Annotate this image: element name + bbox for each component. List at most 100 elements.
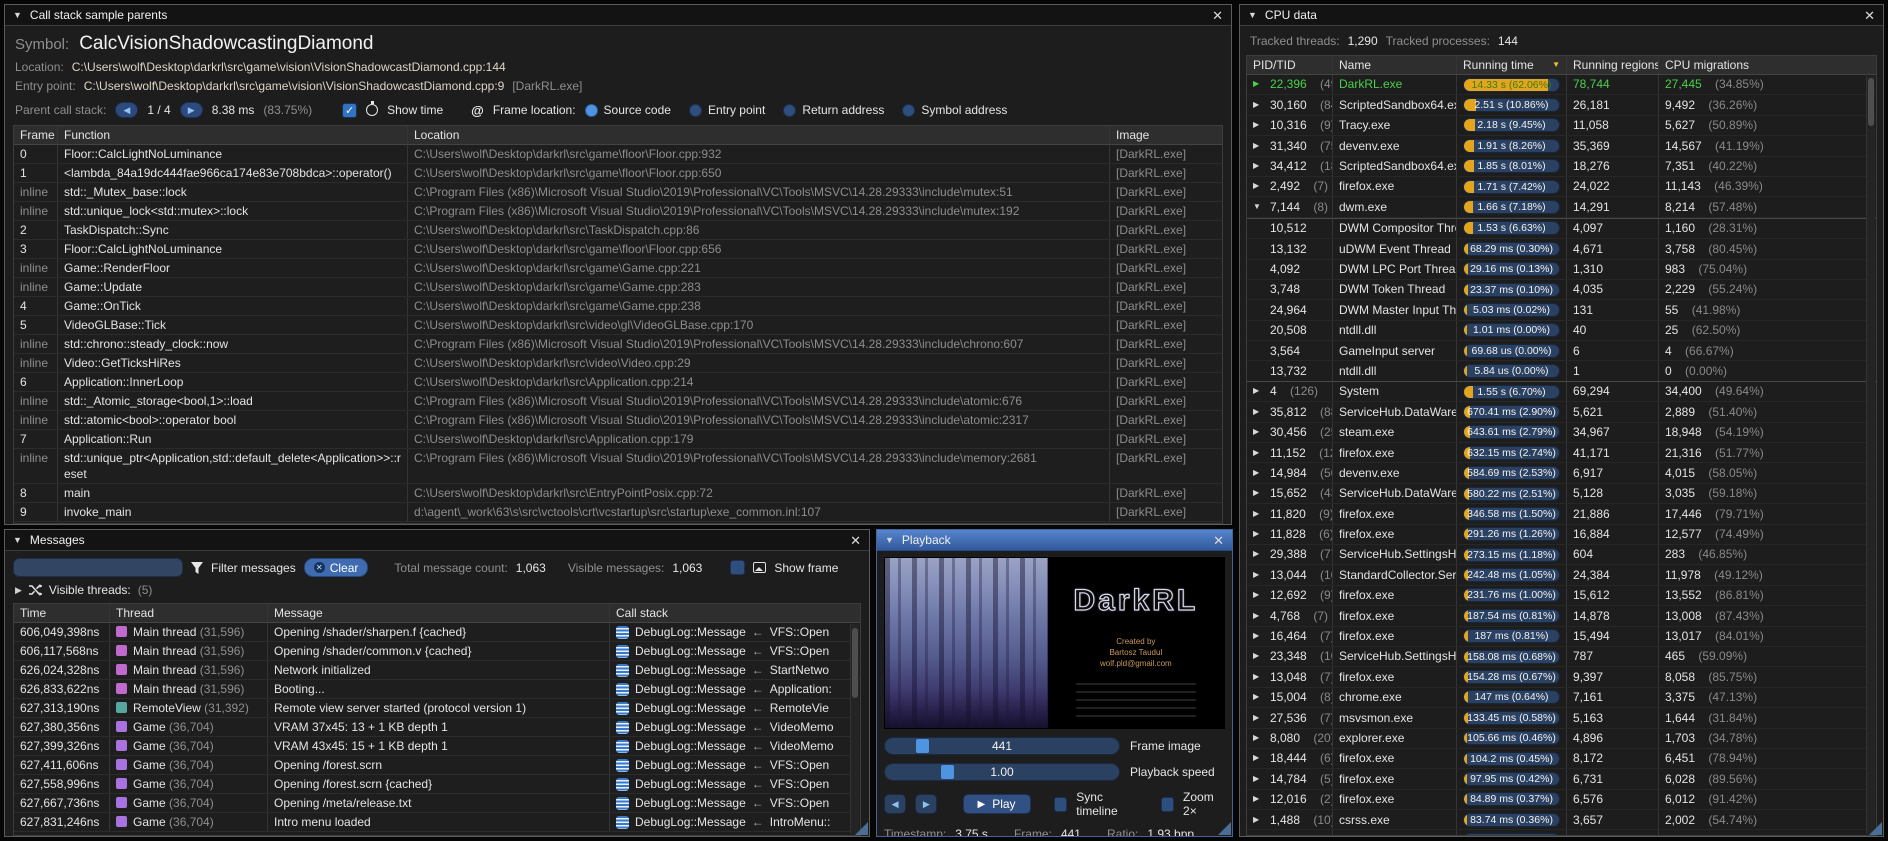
- radio-icon[interactable]: [689, 104, 702, 117]
- expand-icon[interactable]: ▶: [1253, 525, 1265, 543]
- messages-titlebar[interactable]: ▼ Messages ✕: [5, 530, 869, 551]
- message-row[interactable]: 627,667,736ns Game (36,704) Opening /met…: [14, 794, 860, 813]
- expand-icon[interactable]: ▶: [1253, 688, 1265, 706]
- visible-threads-row[interactable]: ▶ Visible threads: (5): [5, 577, 869, 597]
- process-row[interactable]: ▶14,984 (50) devenv.exe 584.69 ms (2.53%…: [1247, 463, 1876, 483]
- filter-input[interactable]: [13, 558, 183, 577]
- callstack-cell[interactable]: DebugLog::Message ← VFS::Open: [610, 756, 860, 774]
- callstack-row[interactable]: inline std::_Mutex_base::lock C:\Program…: [14, 183, 1222, 202]
- callstack-cell[interactable]: DebugLog::Message ← IntroMenu::: [610, 813, 860, 831]
- playback-speed-slider[interactable]: 1.00: [884, 763, 1120, 781]
- pid-cell[interactable]: ▶4 (126): [1247, 382, 1333, 401]
- col-thread[interactable]: Thread: [110, 604, 268, 622]
- frame-location-radio[interactable]: Return address: [783, 103, 884, 117]
- pid-cell[interactable]: ▶12,016 (2): [1247, 790, 1333, 809]
- pid-cell[interactable]: ▶22,396 (49): [1247, 75, 1333, 94]
- next-stack-button[interactable]: ▶: [180, 102, 203, 118]
- expand-icon[interactable]: ▶: [1253, 444, 1265, 462]
- pid-cell[interactable]: ▶8,080 (20): [1247, 729, 1333, 748]
- callstack-list-icon[interactable]: [616, 797, 629, 810]
- function-cell[interactable]: std::_Atomic_storage<bool,1>::load: [58, 392, 408, 410]
- frame-image-slider[interactable]: 441: [884, 737, 1120, 755]
- col-frame[interactable]: Frame: [14, 126, 58, 144]
- callstack-cell[interactable]: DebugLog::Message ← VFS::Open: [610, 775, 860, 793]
- resize-grip[interactable]: [1218, 822, 1231, 835]
- expand-icon[interactable]: ▶: [1253, 157, 1265, 175]
- expand-icon[interactable]: ▶: [1253, 647, 1265, 665]
- process-row[interactable]: 10,512 DWM Compositor Thread 1.53 s (6.6…: [1247, 218, 1876, 239]
- callstack-row[interactable]: inline Game::Update C:\Users\wolf\Deskto…: [14, 278, 1222, 297]
- callstack-list-icon[interactable]: [616, 816, 629, 829]
- pid-cell[interactable]: ▶2,492 (7): [1247, 177, 1333, 196]
- expand-icon[interactable]: ▶: [1253, 586, 1265, 604]
- callstack-row[interactable]: inline std::chrono::steady_clock::now C:…: [14, 335, 1222, 354]
- process-row[interactable]: ▶31,340 (75) devenv.exe 1.91 s (8.26%) 3…: [1247, 136, 1876, 156]
- process-row[interactable]: 13,132 uDWM Event Thread 68.29 ms (0.30%…: [1247, 239, 1876, 259]
- process-row[interactable]: 24,964 DWM Master Input Threa 5.03 ms (0…: [1247, 300, 1876, 320]
- process-row[interactable]: ▶4,768 (7) firefox.exe 187.54 ms (0.81%)…: [1247, 606, 1876, 626]
- callstack-list-icon[interactable]: [616, 778, 629, 791]
- process-row[interactable]: 3,564 GameInput server 69.68 us (0.00%) …: [1247, 341, 1876, 361]
- message-row[interactable]: 627,380,356ns Game (36,704) VRAM 37x45: …: [14, 718, 860, 737]
- expand-icon[interactable]: ▶: [1253, 116, 1265, 134]
- pid-cell[interactable]: ▶11,828 (6): [1247, 525, 1333, 544]
- pid-cell[interactable]: 4,092: [1247, 260, 1333, 279]
- callstack-row[interactable]: 2 TaskDispatch::Sync C:\Users\wolf\Deskt…: [14, 221, 1222, 240]
- message-row[interactable]: 627,411,606ns Game (36,704) Opening /for…: [14, 756, 860, 775]
- col-callstack[interactable]: Call stack: [610, 604, 860, 622]
- message-row[interactable]: 627,399,326ns Game (36,704) VRAM 43x45: …: [14, 737, 860, 756]
- expand-icon[interactable]: ▶: [1253, 484, 1265, 502]
- expand-icon[interactable]: ▶: [1253, 464, 1265, 482]
- expand-icon[interactable]: ▶: [1253, 811, 1265, 829]
- process-row[interactable]: ▶13,044 (10) StandardCollector.Servic 24…: [1247, 565, 1876, 585]
- pid-cell[interactable]: 3,748: [1247, 280, 1333, 299]
- pid-cell[interactable]: ▶23,348 (106): [1247, 647, 1333, 666]
- process-row[interactable]: ▶30,456 (25) steam.exe 643.61 ms (2.79%)…: [1247, 423, 1876, 443]
- process-row[interactable]: ▶13,048 (7) firefox.exe 154.28 ms (0.67%…: [1247, 667, 1876, 687]
- pid-cell[interactable]: ▶27,536 (7): [1247, 708, 1333, 727]
- callstack-row[interactable]: 3 Floor::CalcLightNoLuminance C:\Users\w…: [14, 240, 1222, 259]
- pid-cell[interactable]: ▶29,388 (77): [1247, 545, 1333, 564]
- pid-cell[interactable]: ▼7,144 (8): [1247, 197, 1333, 216]
- show-time-checkbox[interactable]: ✓: [342, 103, 357, 118]
- callstack-cell[interactable]: DebugLog::Message ← VFS::Open: [610, 794, 860, 812]
- expand-icon[interactable]: ▶: [1253, 668, 1265, 686]
- expand-icon[interactable]: ▶: [1253, 75, 1265, 93]
- callstack-list-icon[interactable]: [616, 683, 629, 696]
- col-cpu-migrations[interactable]: CPU migrations: [1659, 56, 1876, 74]
- expand-icon[interactable]: ▶: [1253, 831, 1265, 836]
- message-row[interactable]: 606,049,398ns Main thread (31,596) Openi…: [14, 623, 860, 642]
- close-icon[interactable]: ✕: [1212, 9, 1223, 22]
- pid-cell[interactable]: ▶15,004 (8): [1247, 688, 1333, 707]
- process-row[interactable]: ▶11,828 (6) firefox.exe 291.26 ms (1.26%…: [1247, 525, 1876, 545]
- col-message[interactable]: Message: [268, 604, 610, 622]
- message-row[interactable]: 606,117,568ns Main thread (31,596) Openi…: [14, 642, 860, 661]
- pid-cell[interactable]: 10,512: [1247, 219, 1333, 238]
- frame-location-radio[interactable]: Entry point: [689, 103, 765, 117]
- callstack-row[interactable]: 4 Game::OnTick C:\Users\wolf\Desktop\dar…: [14, 297, 1222, 316]
- scrollbar-thumb[interactable]: [1868, 78, 1874, 126]
- pid-cell[interactable]: ▶34,412 (18): [1247, 157, 1333, 176]
- function-cell[interactable]: Game::OnTick: [58, 297, 408, 315]
- function-cell[interactable]: VideoGLBase::Tick: [58, 316, 408, 334]
- process-row[interactable]: ▶4 (126) System 1.55 s (6.70%) 69,294 34…: [1247, 382, 1876, 402]
- expand-icon[interactable]: ▶: [1253, 729, 1265, 747]
- process-row[interactable]: ▶29,388 (77) ServiceHub.SettingsHost 273…: [1247, 545, 1876, 565]
- collapse-icon[interactable]: ▼: [885, 535, 894, 545]
- close-icon[interactable]: ✕: [850, 534, 861, 547]
- expand-icon[interactable]: ▶: [1253, 545, 1265, 563]
- prev-stack-button[interactable]: ◀: [115, 102, 138, 118]
- process-row[interactable]: ▶4,872 (9) MsMpEng.exe 70.22 ms (0.30%) …: [1247, 830, 1876, 836]
- pid-cell[interactable]: ▶35,812 (88): [1247, 402, 1333, 421]
- callstack-list-icon[interactable]: [616, 702, 629, 715]
- function-cell[interactable]: Floor::CalcLightNoLuminance: [58, 145, 408, 163]
- callstack-row[interactable]: inline std::_Atomic_storage<bool,1>::loa…: [14, 392, 1222, 411]
- col-name[interactable]: Name: [1333, 56, 1457, 74]
- function-cell[interactable]: std::atomic<bool>::operator bool: [58, 411, 408, 429]
- clear-button[interactable]: ✕ Clear: [304, 558, 369, 577]
- process-row[interactable]: ▶34,412 (18) ScriptedSandbox64.exe 1.85 …: [1247, 157, 1876, 177]
- expand-icon[interactable]: ▶: [1253, 749, 1265, 767]
- show-frame-checkbox[interactable]: [730, 560, 745, 575]
- radio-icon[interactable]: [783, 104, 796, 117]
- col-image[interactable]: Image: [1110, 126, 1222, 144]
